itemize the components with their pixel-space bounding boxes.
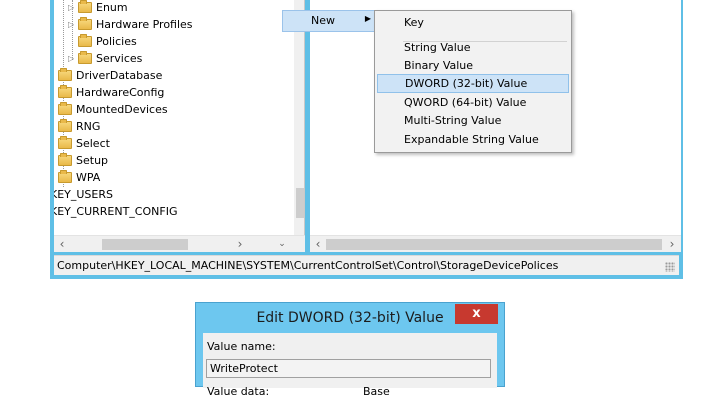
folder-icon [78, 34, 92, 47]
tree-item-label: Policies [96, 35, 137, 48]
scroll-right-icon[interactable]: › [234, 238, 246, 250]
tree-item-label: KEY_USERS [54, 188, 113, 201]
tree-item-label: RNG [76, 120, 101, 133]
expand-arrow-icon[interactable]: ▷ [68, 16, 78, 33]
menu-item-expandable-string-value[interactable]: Expandable String Value [377, 130, 569, 149]
tree-item-mounteddevices[interactable]: MountedDevices [58, 101, 168, 118]
tree-item-select[interactable]: Select [58, 135, 110, 152]
tree-item-policies[interactable]: Policies [68, 33, 137, 50]
menu-item-label: Expandable String Value [404, 133, 539, 146]
folder-icon [58, 119, 72, 132]
menu-item-binary-value[interactable]: Binary Value [377, 56, 569, 75]
registry-path: Computer\HKEY_LOCAL_MACHINE\SYSTEM\Curre… [57, 259, 559, 272]
submenu-arrow-icon: ▶ [364, 14, 371, 23]
tree-item-label: MountedDevices [76, 103, 168, 116]
menu-item-dword-value[interactable]: DWORD (32-bit) Value [377, 74, 569, 93]
menu-item-label: String Value [404, 41, 471, 54]
value-name-label: Value name: [207, 340, 276, 353]
menu-item-qword-value[interactable]: QWORD (64-bit) Value [377, 93, 569, 112]
tree-item-hkey-current-config[interactable]: KEY_CURRENT_CONFIG [54, 203, 177, 220]
tree-vertical-scrollbar[interactable] [294, 0, 304, 236]
scroll-down-icon[interactable]: ⌄ [276, 238, 288, 250]
folder-icon [78, 51, 92, 64]
tree-item-wpa[interactable]: WPA [58, 169, 100, 186]
folder-icon [58, 85, 72, 98]
tree-item-label: Enum [96, 1, 128, 14]
folder-icon [58, 136, 72, 149]
menu-item-label: Multi-String Value [404, 114, 502, 127]
folder-icon [58, 153, 72, 166]
menu-item-label: Binary Value [404, 59, 474, 72]
tree-item-enum[interactable]: ▷ Enum [68, 0, 128, 16]
values-horizontal-scrollbar[interactable]: ‹ › [310, 235, 681, 252]
tree-item-driverdatabase[interactable]: DriverDatabase [58, 67, 162, 84]
tree-item-label: Hardware Profiles [96, 18, 193, 31]
tree-item-label: DriverDatabase [76, 69, 163, 82]
scroll-right-icon[interactable]: › [666, 238, 678, 250]
folder-icon [58, 102, 72, 115]
value-name-field[interactable]: WriteProtect [206, 359, 491, 378]
expand-arrow-icon[interactable]: ▷ [68, 0, 78, 16]
status-bar: Computer\HKEY_LOCAL_MACHINE\SYSTEM\Curre… [54, 255, 679, 275]
expand-arrow-icon[interactable]: ▷ [68, 50, 78, 67]
key-tree-pane[interactable]: ▷ Enum ▷ Hardware Profiles Policies ▷ Servi… [54, 0, 305, 252]
context-menu-new[interactable]: New ▶ [282, 10, 377, 32]
menu-item-label: New [311, 14, 335, 27]
folder-icon [78, 17, 92, 30]
folder-icon [58, 68, 72, 81]
resize-grip-icon[interactable] [665, 262, 675, 272]
tree-item-label: Select [76, 137, 110, 150]
tree-item-label: KEY_CURRENT_CONFIG [54, 205, 178, 218]
menu-item-string-value[interactable]: String Value [377, 38, 569, 57]
menu-item-key[interactable]: Key [377, 13, 569, 32]
scrollbar-thumb[interactable] [102, 239, 188, 250]
tree-item-services[interactable]: ▷ Services [68, 50, 142, 67]
menu-item-label: DWORD (32-bit) Value [405, 77, 528, 90]
scrollbar-thumb[interactable] [326, 239, 662, 250]
close-button[interactable]: x [455, 304, 498, 324]
tree-item-hardwareconfig[interactable]: HardwareConfig [58, 84, 164, 101]
tree-item-label: Setup [76, 154, 109, 167]
registry-editor-window: ▷ Enum ▷ Hardware Profiles Policies ▷ Servi… [50, 0, 683, 279]
new-submenu: Key String Value Binary Value DWORD (32-… [374, 10, 572, 153]
menu-item-label: QWORD (64-bit) Value [404, 96, 527, 109]
tree-item-rng[interactable]: RNG [58, 118, 100, 135]
tree-item-hkey-users[interactable]: KEY_USERS [54, 186, 113, 203]
menu-item-label: Key [404, 16, 424, 29]
scroll-left-icon[interactable]: ‹ [56, 238, 68, 250]
menu-item-multi-string-value[interactable]: Multi-String Value [377, 111, 569, 130]
folder-icon [58, 170, 72, 183]
dialog-body: Value name: WriteProtect Value data: Bas… [203, 333, 497, 398]
tree-item-label: HardwareConfig [76, 86, 165, 99]
tree-item-setup[interactable]: Setup [58, 152, 108, 169]
tree-item-label: Services [96, 52, 143, 65]
edit-dword-dialog: Edit DWORD (32-bit) Value x Value name: … [195, 302, 505, 398]
folder-icon [78, 0, 92, 13]
scrollbar-thumb[interactable] [296, 188, 304, 218]
tree-horizontal-scrollbar[interactable]: ‹ › ⌄ [54, 235, 305, 252]
tree-item-hardware-profiles[interactable]: ▷ Hardware Profiles [68, 16, 193, 33]
tree-item-label: WPA [76, 171, 101, 184]
scroll-left-icon[interactable]: ‹ [312, 238, 324, 250]
